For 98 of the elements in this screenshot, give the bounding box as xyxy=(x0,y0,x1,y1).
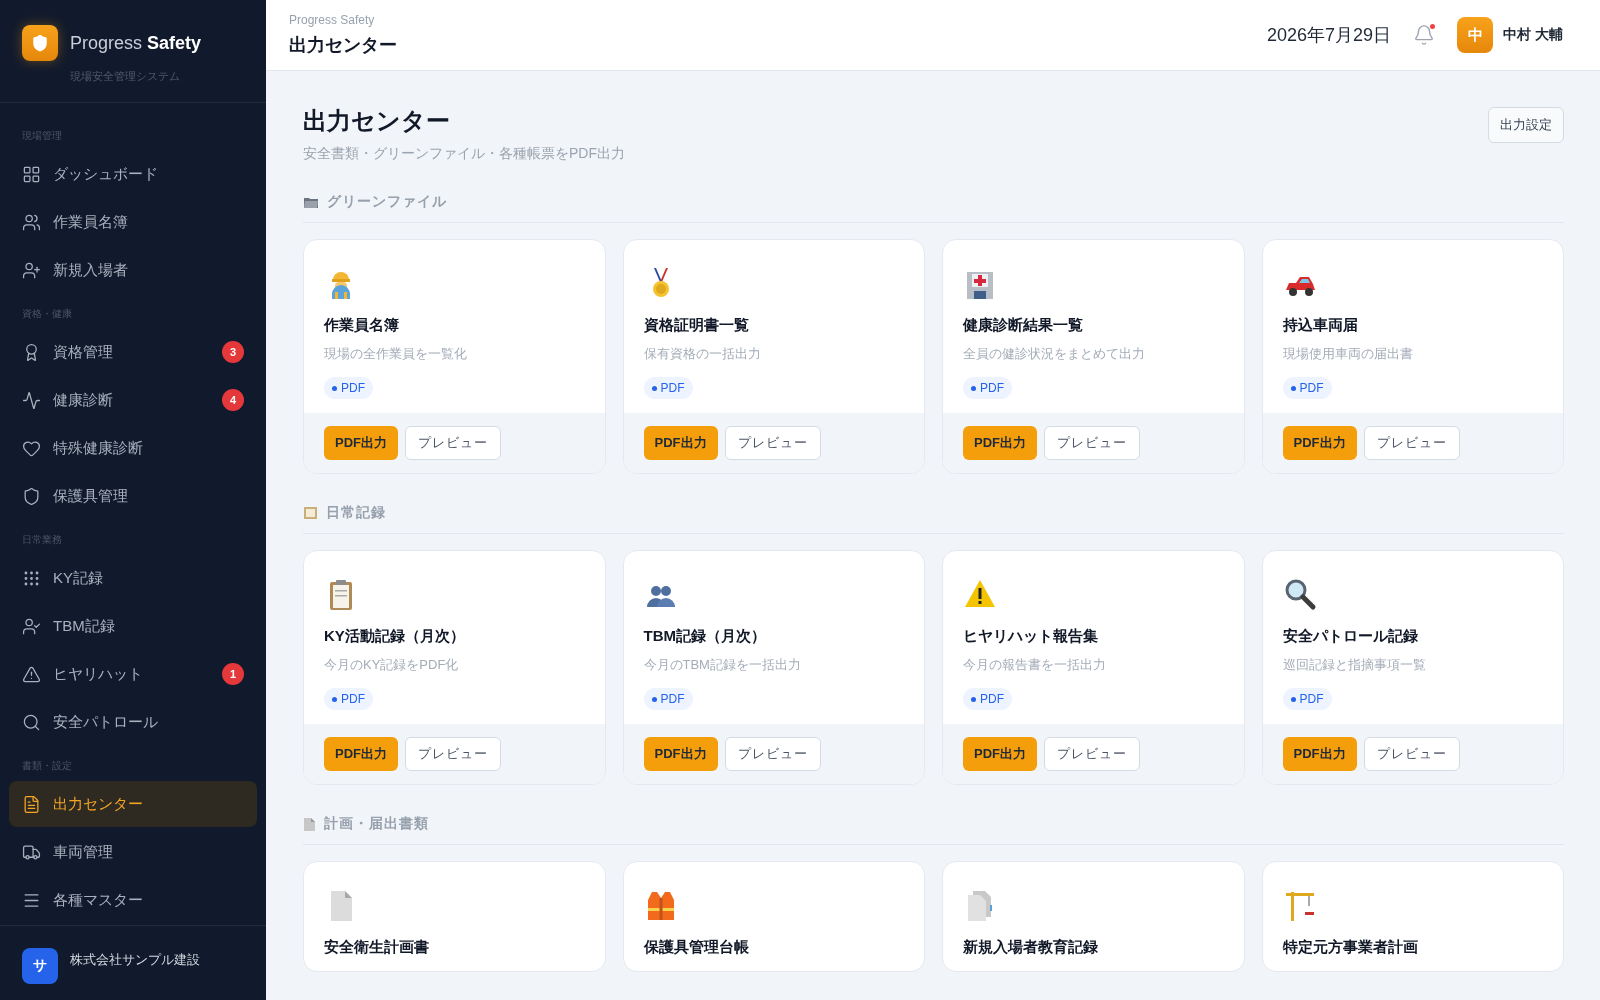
sidebar-item-label: 車両管理 xyxy=(53,842,114,862)
pdf-export-button[interactable]: PDF出力 xyxy=(643,737,718,771)
sidebar-item[interactable]: 新規入場者 xyxy=(9,247,257,293)
preview-button[interactable]: プレビュー xyxy=(724,737,821,771)
user-check-icon xyxy=(22,616,41,636)
page-title: 出力センター xyxy=(303,106,451,136)
search-icon xyxy=(22,712,41,732)
sidebar-item-label: 保護具管理 xyxy=(53,486,129,506)
card-title: 作業員名簿 xyxy=(324,316,399,335)
sidebar-item[interactable]: 出力センター xyxy=(9,781,257,827)
shield-icon xyxy=(22,486,41,506)
page-subtitle: 安全書類・グリーンファイル・各種帳票をPDF出力 xyxy=(303,145,625,163)
heart-icon xyxy=(22,438,41,458)
card-title: TBM記録（月次） xyxy=(643,627,766,646)
sidebar-item-label: 特殊健康診断 xyxy=(53,438,144,458)
sidebar-item-label: 各種マスター xyxy=(53,890,144,910)
sidebar-item-label: 資格管理 xyxy=(53,342,114,362)
format-tag: PDF xyxy=(1282,688,1332,710)
format-tag: PDF xyxy=(324,377,373,399)
pdf-export-button[interactable]: PDF出力 xyxy=(1282,426,1357,460)
notebook-icon xyxy=(303,506,318,520)
preview-button[interactable]: プレビュー xyxy=(1363,737,1460,771)
section-title: 計画・届出書類 xyxy=(324,815,429,833)
user-plus-icon xyxy=(22,260,41,280)
pdf-export-button[interactable]: PDF出力 xyxy=(324,737,398,771)
format-tag: PDF xyxy=(324,688,373,710)
document-icon xyxy=(303,816,316,832)
preview-button[interactable]: プレビュー xyxy=(1044,426,1140,460)
count-badge: 3 xyxy=(222,341,244,363)
count-badge: 4 xyxy=(222,389,244,411)
pulse-icon xyxy=(22,390,41,410)
sidebar-item[interactable]: 保護具管理 xyxy=(9,473,257,519)
sidebar-item-label: 新規入場者 xyxy=(53,260,129,280)
sidebar-item[interactable]: 各種マスター xyxy=(9,877,257,923)
sidebar-item-label: 安全パトロール xyxy=(53,712,159,732)
card-description: 全員の健診状況をまとめて出力 xyxy=(963,345,1145,363)
count-badge: 1 xyxy=(222,663,244,685)
sidebar-item[interactable]: ヒヤリハット 1 xyxy=(9,651,257,697)
format-tag: PDF xyxy=(963,377,1012,399)
card-title: 資格証明書一覧 xyxy=(643,316,749,335)
format-tag: PDF xyxy=(963,688,1012,710)
card-description: 現場使用車両の届出書 xyxy=(1282,345,1413,363)
sidebar-item[interactable]: ダッシュボード xyxy=(9,151,257,197)
company-avatar: サ xyxy=(22,948,58,984)
brand-name: Progress Safety xyxy=(70,32,202,54)
shield-logo-icon xyxy=(22,25,58,61)
document-icon xyxy=(22,794,41,814)
card-title: 保護具管理台帳 xyxy=(643,938,749,957)
sidebar-item[interactable]: 車両管理 xyxy=(9,829,257,875)
sidebar-item[interactable]: 健康診断 4 xyxy=(9,377,257,423)
preview-button[interactable]: プレビュー xyxy=(1363,426,1460,460)
sidebar-item[interactable]: 作業員名簿 xyxy=(9,199,257,245)
card-title: 特定元方事業者計画 xyxy=(1282,938,1418,957)
grid-icon xyxy=(22,164,41,184)
section-title: 日常記録 xyxy=(326,504,386,522)
preview-button[interactable]: プレビュー xyxy=(724,426,821,460)
folder-icon xyxy=(303,195,319,209)
sidebar-item-label: 出力センター xyxy=(53,794,144,814)
sidebar-item-label: 作業員名簿 xyxy=(53,212,129,232)
sidebar-item-label: TBM記録 xyxy=(53,616,116,636)
warning-icon xyxy=(22,664,41,684)
sidebar-item[interactable]: 安全パトロール xyxy=(9,699,257,745)
sidebar-item[interactable]: 特殊健康診断 xyxy=(9,425,257,471)
pdf-export-button[interactable]: PDF出力 xyxy=(324,426,398,460)
pdf-export-button[interactable]: PDF出力 xyxy=(1282,737,1357,771)
sidebar-item-label: ヒヤリハット xyxy=(53,664,144,684)
user-name: 中村 大輔 xyxy=(1503,26,1563,44)
current-date: 2026年7月29日 xyxy=(1267,24,1392,47)
breadcrumb: Progress Safety xyxy=(289,13,376,27)
sidebar-item[interactable]: KY記録 xyxy=(9,555,257,601)
format-tag: PDF xyxy=(643,688,693,710)
pdf-export-button[interactable]: PDF出力 xyxy=(643,426,718,460)
pdf-export-button[interactable]: PDF出力 xyxy=(963,426,1037,460)
card-title: 新規入場者教育記録 xyxy=(963,938,1098,957)
preview-button[interactable]: プレビュー xyxy=(405,737,501,771)
sidebar-item[interactable]: 資格管理 3 xyxy=(9,329,257,375)
company-name: 株式会社サンプル建設 xyxy=(70,951,200,969)
section-title: グリーンファイル xyxy=(327,193,447,211)
users-icon xyxy=(22,212,41,232)
card-title: 安全衛生計画書 xyxy=(324,938,429,957)
sidebar-item-label: 健康診断 xyxy=(53,390,114,410)
sidebar-item-label: KY記録 xyxy=(53,568,104,588)
card-description: 今月のKY記録をPDF化 xyxy=(324,656,459,674)
card-title: KY活動記録（月次） xyxy=(324,627,465,646)
format-tag: PDF xyxy=(1282,377,1332,399)
preview-button[interactable]: プレビュー xyxy=(1044,737,1140,771)
card-title: 健康診断結果一覧 xyxy=(963,316,1083,335)
output-settings-button[interactable]: 出力設定 xyxy=(1488,107,1564,143)
sidebar-item[interactable]: TBM記録 xyxy=(9,603,257,649)
header-title: 出力センター xyxy=(289,34,398,57)
sidebar-item-label: ダッシュボード xyxy=(53,164,159,184)
format-tag: PDF xyxy=(643,377,693,399)
card-title: ヒヤリハット報告集 xyxy=(963,627,1098,646)
notification-bell-icon[interactable] xyxy=(1413,24,1436,46)
pdf-export-button[interactable]: PDF出力 xyxy=(963,737,1037,771)
card-title: 持込車両届 xyxy=(1282,316,1358,335)
preview-button[interactable]: プレビュー xyxy=(405,426,501,460)
card-title: 安全パトロール記録 xyxy=(1282,627,1418,646)
